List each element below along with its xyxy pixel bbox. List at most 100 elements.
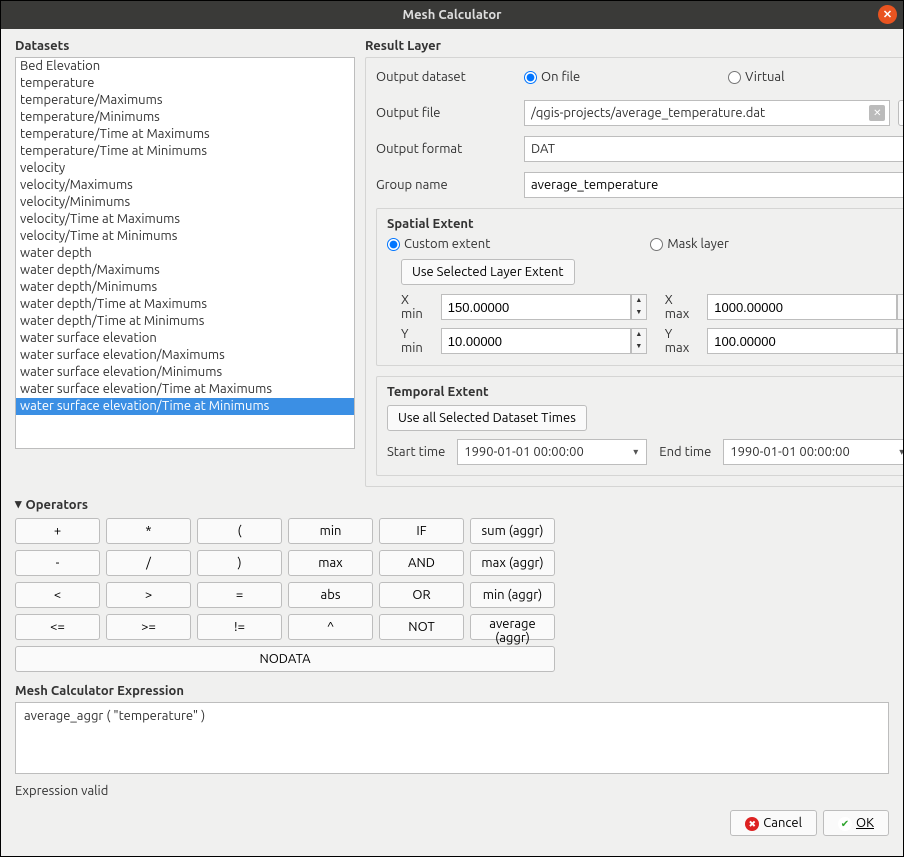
close-icon[interactable]: ✕ — [878, 5, 897, 24]
list-item[interactable]: temperature/Minimums — [16, 109, 354, 126]
ymin-spinner[interactable]: ▲▼ — [631, 328, 647, 354]
mask-layer-radio[interactable]: Mask layer — [650, 237, 729, 251]
ok-icon — [838, 816, 856, 830]
operator-button[interactable]: OR — [379, 582, 464, 608]
start-time-label: Start time — [387, 445, 445, 459]
ymin-input[interactable]: ▲▼ — [441, 328, 647, 354]
cancel-icon — [745, 816, 763, 830]
list-item[interactable]: velocity/Maximums — [16, 177, 354, 194]
list-item[interactable]: Bed Elevation — [16, 58, 354, 75]
list-item[interactable]: water surface elevation/Maximums — [16, 347, 354, 364]
operator-button[interactable]: ) — [197, 550, 282, 576]
operator-button[interactable]: AND — [379, 550, 464, 576]
expression-input[interactable]: average_aggr ( "temperature" ) — [15, 702, 889, 774]
custom-extent-radio-input[interactable] — [387, 238, 400, 251]
ymax-input[interactable]: ▲▼ — [707, 328, 903, 354]
virtual-radio-input[interactable] — [728, 71, 741, 84]
cancel-button[interactable]: Cancel — [730, 810, 817, 836]
list-item[interactable]: velocity/Time at Minimums — [16, 228, 354, 245]
use-selected-layer-extent-button[interactable]: Use Selected Layer Extent — [401, 259, 575, 285]
operator-button[interactable]: min — [288, 518, 373, 544]
title-bar: Mesh Calculator ✕ — [1, 1, 903, 29]
list-item[interactable]: velocity — [16, 160, 354, 177]
output-format-select[interactable]: DAT — [524, 136, 903, 162]
end-time-combo[interactable]: 1990-01-01 00:00:00 — [723, 439, 903, 465]
custom-extent-radio[interactable]: Custom extent — [387, 237, 490, 251]
expression-title: Mesh Calculator Expression — [15, 684, 889, 698]
operator-button[interactable]: max (aggr) — [470, 550, 555, 576]
use-all-times-button[interactable]: Use all Selected Dataset Times — [387, 405, 587, 431]
end-time-label: End time — [659, 445, 711, 459]
list-item[interactable]: water surface elevation/Time at Maximums — [16, 381, 354, 398]
output-dataset-label: Output dataset — [376, 70, 516, 84]
window-title: Mesh Calculator — [403, 8, 502, 22]
operator-button[interactable]: < — [15, 582, 100, 608]
list-item[interactable]: water surface elevation/Minimums — [16, 364, 354, 381]
operator-button[interactable]: <= — [15, 614, 100, 640]
operator-button[interactable]: IF — [379, 518, 464, 544]
output-file-input[interactable]: /qgis-projects/average_temperature.dat ✕ — [524, 100, 890, 126]
list-item[interactable]: temperature/Maximums — [16, 92, 354, 109]
xmax-input[interactable]: ▲▼ — [707, 294, 903, 320]
operator-button[interactable]: >= — [106, 614, 191, 640]
list-item[interactable]: velocity/Time at Maximums — [16, 211, 354, 228]
xmax-label: X max — [665, 293, 689, 321]
list-item[interactable]: water depth/Time at Maximums — [16, 296, 354, 313]
status-text: Expression valid — [15, 784, 889, 798]
list-item[interactable]: water depth/Minimums — [16, 279, 354, 296]
result-title: Result Layer — [365, 39, 903, 53]
operator-button[interactable]: min (aggr) — [470, 582, 555, 608]
output-file-label: Output file — [376, 106, 516, 120]
browse-button[interactable]: … — [898, 100, 903, 126]
xmin-input[interactable]: ▲▼ — [441, 294, 647, 320]
list-item[interactable]: temperature/Time at Maximums — [16, 126, 354, 143]
list-item[interactable]: water depth/Maximums — [16, 262, 354, 279]
list-item[interactable]: water surface elevation — [16, 330, 354, 347]
group-name-input[interactable] — [524, 172, 903, 198]
spatial-extent-title: Spatial Extent — [387, 217, 903, 231]
operator-button[interactable]: - — [15, 550, 100, 576]
operator-button[interactable]: > — [106, 582, 191, 608]
operators-grid: +*(minIFsum (aggr) -/)maxANDmax (aggr) <>=… — [15, 518, 555, 640]
ymax-label: Y max — [665, 327, 689, 355]
temporal-extent-box: Temporal Extent Use all Selected Dataset… — [376, 376, 903, 476]
operator-button[interactable]: ( — [197, 518, 282, 544]
operator-button[interactable]: NOT — [379, 614, 464, 640]
datasets-title: Datasets — [15, 39, 355, 53]
nodata-button[interactable]: NODATA — [15, 646, 555, 672]
list-item[interactable]: water depth/Time at Minimums — [16, 313, 354, 330]
operator-button[interactable]: sum (aggr) — [470, 518, 555, 544]
operator-button[interactable]: = — [197, 582, 282, 608]
window: Mesh Calculator ✕ Datasets Bed Elevation… — [0, 0, 904, 857]
output-format-label: Output format — [376, 142, 516, 156]
operator-button[interactable]: average (aggr) — [470, 614, 555, 640]
operator-button[interactable]: abs — [288, 582, 373, 608]
ok-button[interactable]: OK — [823, 810, 889, 836]
onfile-radio-input[interactable] — [524, 71, 537, 84]
operator-button[interactable]: ^ — [288, 614, 373, 640]
list-item[interactable]: velocity/Minimums — [16, 194, 354, 211]
xmin-label: X min — [401, 293, 423, 321]
list-item[interactable]: temperature/Time at Minimums — [16, 143, 354, 160]
datasets-list[interactable]: Bed Elevationtemperaturetemperature/Maxi… — [15, 57, 355, 449]
ymax-spinner[interactable]: ▲▼ — [897, 328, 903, 354]
onfile-radio[interactable]: On file — [524, 70, 720, 84]
mask-layer-radio-input[interactable] — [650, 238, 663, 251]
list-item[interactable]: temperature — [16, 75, 354, 92]
xmin-spinner[interactable]: ▲▼ — [631, 294, 647, 320]
operator-button[interactable]: + — [15, 518, 100, 544]
operator-button[interactable]: != — [197, 614, 282, 640]
operator-button[interactable]: * — [106, 518, 191, 544]
chevron-down-icon: ▾ — [15, 497, 22, 512]
virtual-radio[interactable]: Virtual — [728, 70, 903, 84]
list-item[interactable]: water depth — [16, 245, 354, 262]
start-time-combo[interactable]: 1990-01-01 00:00:00 — [457, 439, 647, 465]
xmax-spinner[interactable]: ▲▼ — [897, 294, 903, 320]
operators-toggle[interactable]: ▾ Operators — [15, 497, 889, 512]
result-layer-box: Output dataset On file Virtual Output fi… — [365, 57, 903, 487]
clear-icon[interactable]: ✕ — [869, 105, 885, 121]
datasets-panel: Datasets Bed Elevationtemperaturetempera… — [15, 39, 355, 487]
operator-button[interactable]: max — [288, 550, 373, 576]
list-item[interactable]: water surface elevation/Time at Minimums — [16, 398, 354, 415]
operator-button[interactable]: / — [106, 550, 191, 576]
